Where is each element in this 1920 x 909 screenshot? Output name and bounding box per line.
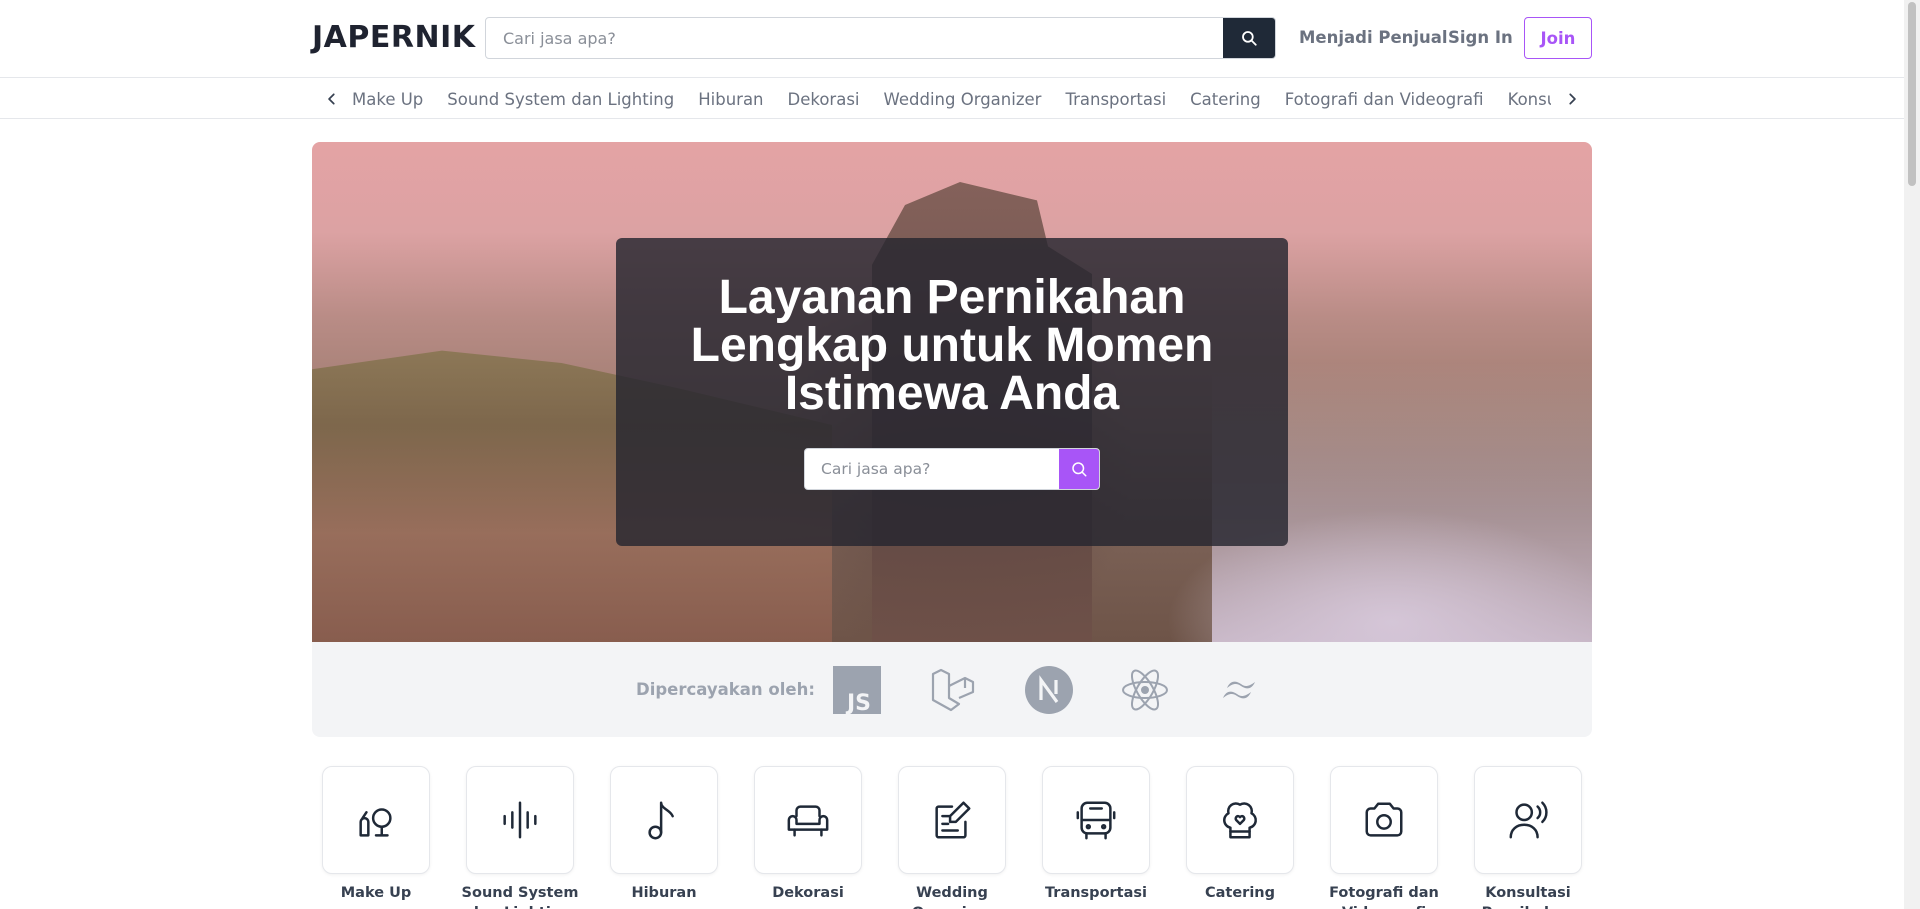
category-tile-label: Sound System dan Lighting — [461, 885, 579, 909]
bus-icon — [1076, 801, 1116, 840]
hero-search — [804, 448, 1100, 490]
hero-title: Layanan Pernikahan Lengkap untuk Momen I… — [616, 274, 1288, 418]
category-scroll-area: Make Up Sound System dan Lighting Hibura… — [352, 79, 1551, 119]
chevron-left-icon — [328, 93, 335, 105]
category-scroll-right-button[interactable] — [1562, 89, 1582, 109]
category-link-wedding-organizer[interactable]: Wedding Organizer — [884, 90, 1042, 109]
category-tile-label: Fotografi dan Videografi — [1329, 885, 1439, 909]
category-link-make-up[interactable]: Make Up — [352, 90, 423, 109]
category-link-konsultasi[interactable]: Konsultasi Pernikahan — [1508, 90, 1551, 109]
scrollbar-thumb[interactable] — [1908, 2, 1916, 186]
category-link-fotografi[interactable]: Fotografi dan Videografi — [1285, 90, 1484, 109]
sign-in-link[interactable]: Sign In — [1448, 28, 1513, 47]
category-tile-wedding-organizer[interactable] — [898, 766, 1006, 874]
category-tile-sound-system[interactable] — [466, 766, 574, 874]
edit-note-icon — [935, 801, 971, 839]
category-tile-label: Catering — [1204, 885, 1275, 901]
hero-search-button[interactable] — [1059, 449, 1099, 489]
user-voice-icon — [1509, 801, 1548, 839]
svg-text:JS: JS — [845, 691, 871, 714]
site-header: JAPERNIK Menjadi Penjual Sign In Join — [0, 0, 1904, 78]
header-search-button[interactable] — [1223, 18, 1275, 58]
nextjs-logo-icon — [1025, 666, 1073, 714]
hero-title-line: Lengkap untuk Momen — [690, 319, 1214, 372]
category-tile-label: Hiburan — [631, 885, 697, 901]
category-tile-transportasi[interactable] — [1042, 766, 1150, 874]
category-tile-label: Transportasi — [1045, 885, 1147, 901]
category-tile-hiburan[interactable] — [610, 766, 718, 874]
page-scrollbar[interactable] — [1904, 0, 1920, 909]
header-search-input[interactable] — [486, 18, 1224, 58]
category-link-hiburan[interactable]: Hiburan — [698, 90, 763, 109]
camera-icon — [1365, 802, 1403, 837]
category-tile-label: Wedding Organizer — [912, 885, 992, 909]
tailwind-logo-icon — [1217, 666, 1265, 714]
laravel-logo-icon — [929, 666, 977, 714]
hero-title-line: Layanan Pernikahan — [718, 271, 1186, 324]
category-link-dekorasi[interactable]: Dekorasi — [788, 90, 860, 109]
category-tile-label: Konsultasi Pernikahan — [1482, 885, 1575, 909]
sofa-icon — [787, 805, 829, 837]
javascript-logo-icon: JS — [833, 666, 881, 714]
chef-hat-icon — [1223, 802, 1257, 839]
hero-overlay-card: Layanan Pernikahan Lengkap untuk Momen I… — [616, 238, 1288, 546]
join-button[interactable]: Join — [1524, 17, 1592, 59]
category-tile-fotografi[interactable] — [1330, 766, 1438, 874]
chevron-right-icon — [1569, 93, 1576, 105]
category-link-catering[interactable]: Catering — [1190, 90, 1261, 109]
category-link-transportasi[interactable]: Transportasi — [1065, 90, 1166, 109]
music-note-icon — [648, 801, 674, 840]
category-tile-make-up[interactable] — [322, 766, 430, 874]
category-tile-konsultasi[interactable] — [1474, 766, 1582, 874]
hero-banner: Layanan Pernikahan Lengkap untuk Momen I… — [312, 142, 1592, 642]
category-link-sound-system[interactable]: Sound System dan Lighting — [447, 90, 674, 109]
site-logo[interactable]: JAPERNIK — [312, 20, 475, 55]
category-scroll-left-button[interactable] — [322, 89, 342, 109]
header-search — [485, 17, 1276, 59]
hero-title-line: Istimewa Anda — [784, 367, 1120, 420]
category-tile-catering[interactable] — [1186, 766, 1294, 874]
category-tile-label: Dekorasi — [772, 885, 844, 901]
search-icon — [1072, 462, 1087, 477]
category-tile-label: Make Up — [340, 885, 412, 901]
sound-wave-icon — [503, 801, 537, 839]
search-icon — [1242, 31, 1257, 46]
hero-search-input[interactable] — [805, 449, 1059, 489]
trusted-by-label: Dipercayakan oleh: — [636, 680, 815, 699]
category-tile-dekorasi[interactable] — [754, 766, 862, 874]
trusted-by-section: Dipercayakan oleh: JS — [312, 642, 1592, 737]
category-nav-bar: Make Up Sound System dan Lighting Hibura… — [0, 79, 1904, 119]
makeup-icon — [359, 808, 392, 837]
react-logo-icon — [1121, 666, 1169, 714]
menjadi-penjual-link[interactable]: Menjadi Penjual — [1299, 28, 1448, 47]
